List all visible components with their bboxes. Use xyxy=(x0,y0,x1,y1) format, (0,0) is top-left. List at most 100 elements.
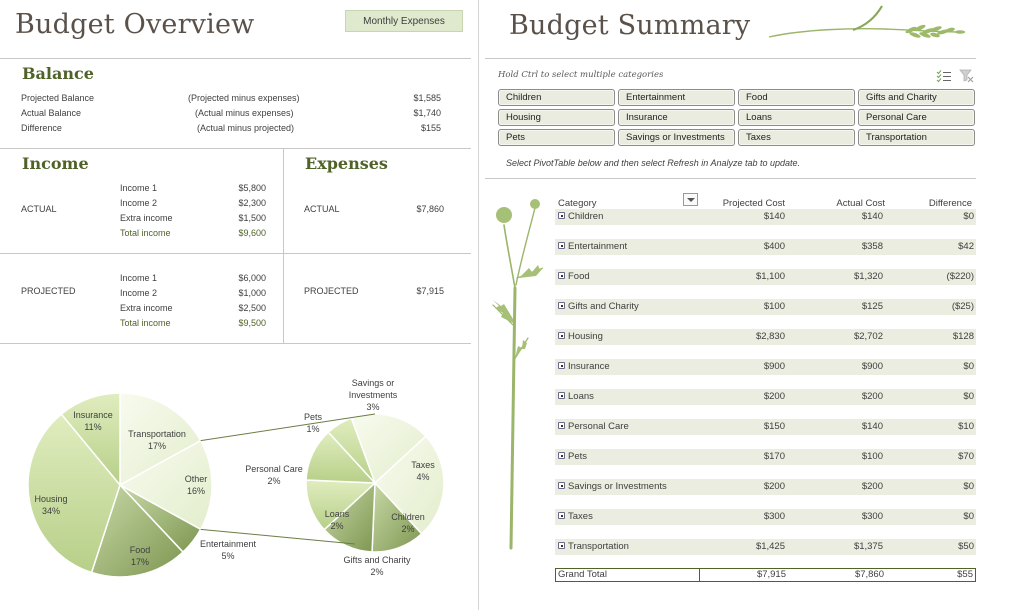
pivot-category-label: Children xyxy=(568,211,604,222)
pie-label-line: Gifts and Charity xyxy=(343,555,411,565)
expand-icon[interactable] xyxy=(558,271,565,279)
pivot-cell-actual: $300 xyxy=(861,511,883,522)
slicer-item-personal-care[interactable]: Personal Care xyxy=(858,109,975,126)
pie-label-line: 17% xyxy=(130,557,150,567)
expand-icon[interactable] xyxy=(558,301,565,309)
divider xyxy=(0,148,471,149)
expand-icon[interactable] xyxy=(558,211,565,219)
expand-icon[interactable] xyxy=(558,451,565,459)
pie-label-food: Food 17% xyxy=(130,544,151,568)
slicer-item-entertainment[interactable]: Entertainment xyxy=(618,89,735,106)
slicer-item-children[interactable]: Children xyxy=(498,89,615,106)
divider xyxy=(283,148,284,343)
income-total-value: $9,600 xyxy=(238,228,266,238)
pivot-cell-difference: $0 xyxy=(963,211,974,222)
pivot-row[interactable]: Transportation $1,425 $1,375 $50 xyxy=(555,539,976,555)
expand-icon[interactable] xyxy=(558,421,565,429)
pie-label-line: 11% xyxy=(84,422,102,432)
pivot-cell-category: Food xyxy=(558,269,698,285)
expand-icon[interactable] xyxy=(558,511,565,519)
pie-label-line: Other xyxy=(184,474,208,484)
refresh-note-keyword: Refresh xyxy=(667,158,699,168)
grand-total-label: Grand Total xyxy=(558,569,607,580)
pie-label-line: Investments xyxy=(348,390,398,400)
clear-filter-icon[interactable] xyxy=(959,69,975,83)
pie-label-line: 5% xyxy=(221,551,235,561)
pivot-row[interactable]: Housing $2,830 $2,702 $128 xyxy=(555,329,976,345)
slicer-item-transportation[interactable]: Transportation xyxy=(858,129,975,146)
expand-icon[interactable] xyxy=(558,331,565,339)
pivot-row[interactable]: Loans $200 $200 $0 xyxy=(555,389,976,405)
expenses-projected-value: $7,915 xyxy=(416,286,444,296)
slicer-item-insurance[interactable]: Insurance xyxy=(618,109,735,126)
divider xyxy=(485,178,976,179)
pivot-row[interactable]: Entertainment $400 $358 $42 xyxy=(555,239,976,255)
income-total-label: Total income xyxy=(120,318,171,328)
slicer-item-savings-or-investments[interactable]: Savings or Investments xyxy=(618,129,735,146)
multi-select-icon[interactable] xyxy=(936,70,952,83)
slicer-item-gifts-and-charity[interactable]: Gifts and Charity xyxy=(858,89,975,106)
pie-label-line: Personal Care xyxy=(245,464,303,474)
income-item-value: $1,500 xyxy=(238,213,266,223)
pivot-category-label: Food xyxy=(568,271,590,282)
pivot-row[interactable]: Personal Care $150 $140 $10 xyxy=(555,419,976,435)
slicer-item-food[interactable]: Food xyxy=(738,89,855,106)
pie-label-line: Savings or xyxy=(351,378,395,388)
slicer-item-pets[interactable]: Pets xyxy=(498,129,615,146)
pivot-cell-actual: $140 xyxy=(861,421,883,432)
expand-icon[interactable] xyxy=(558,391,565,399)
balance-row-label: Difference xyxy=(21,123,62,133)
pivot-cell-actual: $2,702 xyxy=(853,331,883,342)
pivot-row[interactable]: Children $140 $140 $0 xyxy=(555,209,976,225)
refresh-note: Select PivotTable below and then select … xyxy=(506,158,800,168)
pivot-cell-projected: $2,830 xyxy=(755,331,785,342)
divider xyxy=(0,343,471,344)
pie-label-line: 4% xyxy=(416,472,430,482)
pie-label-other: Other 16% xyxy=(185,473,208,497)
pivot-row[interactable]: Pets $170 $100 $70 xyxy=(555,449,976,465)
pie-label-line: 2% xyxy=(401,524,415,534)
slicer-item-loans[interactable]: Loans xyxy=(738,109,855,126)
pie-label-line: 17% xyxy=(147,441,167,451)
divider xyxy=(485,58,976,59)
pivot-cell-actual: $100 xyxy=(861,451,883,462)
pivot-cell-projected: $200 xyxy=(763,391,785,402)
pivot-row[interactable]: Food $1,100 $1,320 ($220) xyxy=(555,269,976,285)
pivot-cell-category: Insurance xyxy=(558,359,698,375)
pie-label-gifts-and-charity: Gifts and Charity 2% xyxy=(343,554,410,578)
monthly-expenses-button[interactable]: Monthly Expenses xyxy=(345,10,463,32)
balance-row-note: (Projected minus expenses) xyxy=(188,93,300,103)
grand-total-difference: $55 xyxy=(957,569,973,580)
pivot-row[interactable]: Gifts and Charity $100 $125 ($25) xyxy=(555,299,976,315)
pivot-cell-difference: $10 xyxy=(958,421,974,432)
pivot-cell-category: Transportation xyxy=(558,539,698,555)
expand-icon[interactable] xyxy=(558,241,565,249)
income-actual-label: ACTUAL xyxy=(21,204,57,214)
pie-label-pets: Pets 1% xyxy=(304,411,322,435)
balance-row-label: Actual Balance xyxy=(21,108,82,118)
expenses-actual-label: ACTUAL xyxy=(304,204,340,214)
expenses-heading: Expenses xyxy=(305,154,388,173)
pivot-cell-difference: $50 xyxy=(958,541,974,552)
pivot-cell-projected: $1,100 xyxy=(755,271,785,282)
pivot-category-label: Entertainment xyxy=(568,241,628,252)
slicer-item-taxes[interactable]: Taxes xyxy=(738,129,855,146)
pivot-cell-actual: $1,320 xyxy=(853,271,883,282)
pivot-cell-actual: $125 xyxy=(861,301,883,312)
expand-icon[interactable] xyxy=(558,481,565,489)
expand-icon[interactable] xyxy=(558,361,565,369)
balance-row-note: (Actual minus expenses) xyxy=(195,108,294,118)
pivot-cell-category: Taxes xyxy=(558,509,698,525)
pie-label-transportation: Transportation 17% xyxy=(128,428,186,452)
grand-total-projected: $7,915 xyxy=(756,569,786,580)
pivot-cell-difference: $42 xyxy=(958,241,974,252)
pivot-cell-actual: $140 xyxy=(861,211,883,222)
expand-icon[interactable] xyxy=(558,541,565,549)
income-item-label: Extra income xyxy=(120,303,173,313)
divider xyxy=(0,58,471,59)
pivot-row[interactable]: Savings or Investments $200 $200 $0 xyxy=(555,479,976,495)
pivot-cell-actual: $200 xyxy=(861,391,883,402)
pivot-row[interactable]: Taxes $300 $300 $0 xyxy=(555,509,976,525)
slicer-item-housing[interactable]: Housing xyxy=(498,109,615,126)
pivot-row[interactable]: Insurance $900 $900 $0 xyxy=(555,359,976,375)
